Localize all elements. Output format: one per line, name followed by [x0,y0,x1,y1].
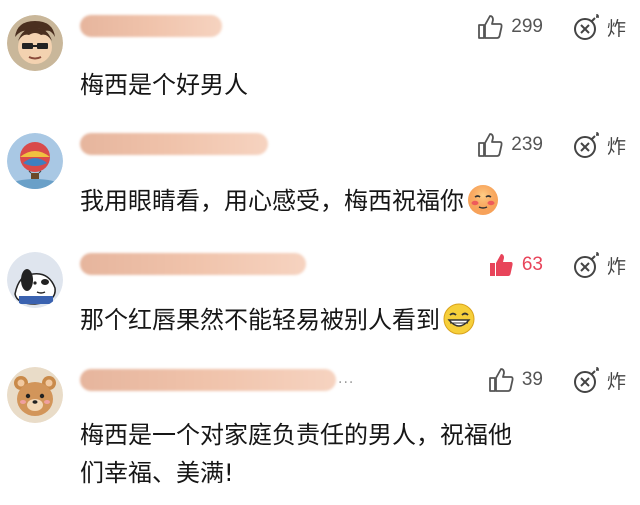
like-count: 39 [521,369,543,390]
bomb-icon [571,364,603,396]
like-button[interactable]: 39 [486,365,543,395]
avatar[interactable] [7,367,63,423]
bomb-button[interactable]: 炸 [571,364,626,396]
bomb-label: 炸 [606,370,626,393]
comment-text-line: 们幸福、美满! [80,459,234,487]
username-blurred[interactable] [80,369,336,391]
comment-actions: 39 炸 [486,363,626,397]
username-ellipsis: ... [338,371,355,387]
thumbs-up-icon [486,365,516,395]
comment-item: ... 39 炸 梅西是一个对家庭负责任的男人，祝福他 们幸福、美满! [0,0,640,505]
comment-text-line: 梅西是一个对家庭负责任的男人，祝福他 [80,421,512,449]
